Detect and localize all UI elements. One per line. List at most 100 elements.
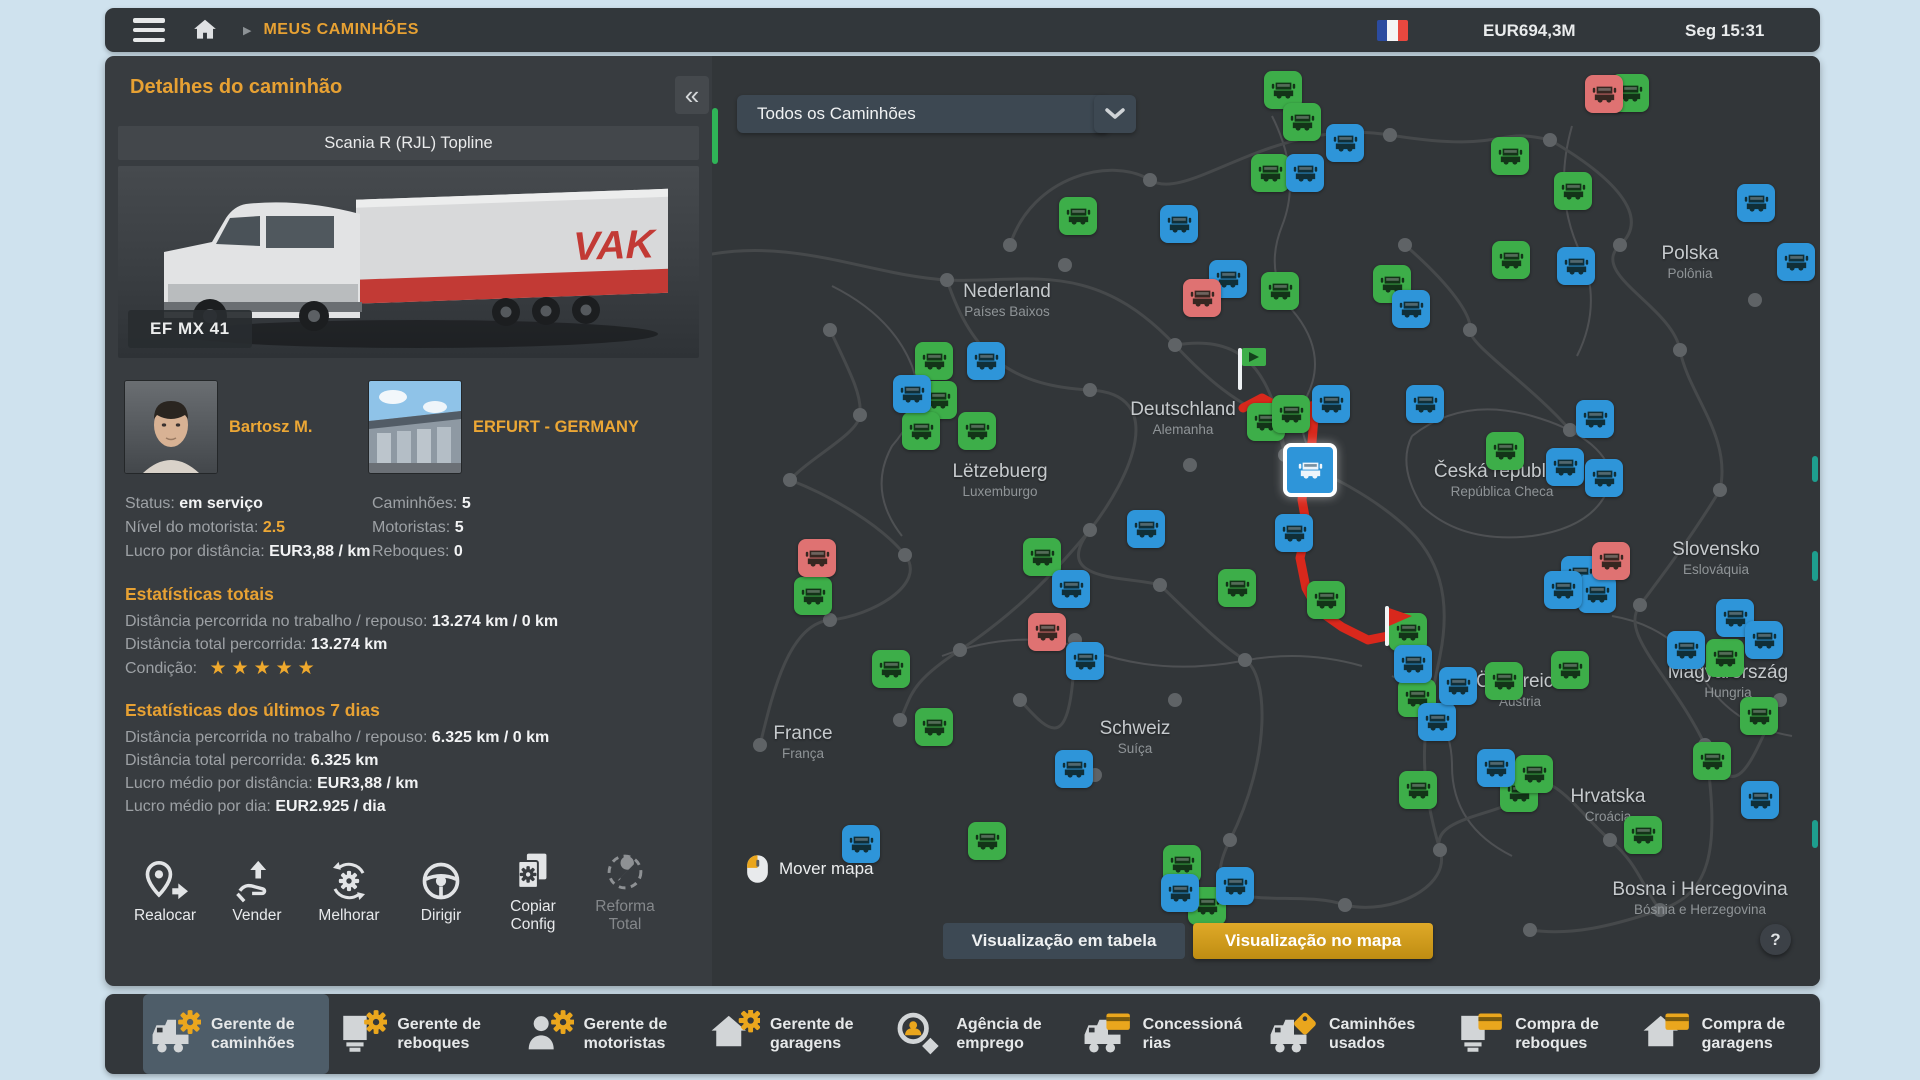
collapse-panel-button[interactable]: « — [675, 76, 709, 114]
driver-photo[interactable] — [125, 381, 217, 473]
truck-marker-blue[interactable] — [1392, 290, 1430, 328]
nav-item-dealership[interactable]: Concessionárias — [1075, 994, 1261, 1074]
truck-marker-red[interactable] — [1028, 613, 1066, 651]
truck-marker-blue[interactable] — [1312, 385, 1350, 423]
nav-item-trailer-manager[interactable]: Gerente dereboques — [329, 994, 515, 1074]
home-icon[interactable] — [191, 17, 219, 43]
truck-marker-green[interactable] — [968, 822, 1006, 860]
truck-marker-green[interactable] — [1491, 137, 1529, 175]
bottom-navigation: Gerente decaminhões Gerente dereboques Ger… — [105, 994, 1820, 1074]
nav-item-garage-manager[interactable]: Gerente degaragens — [702, 994, 888, 1074]
truck-marker-blue[interactable] — [1576, 400, 1614, 438]
garage-photo[interactable] — [369, 381, 461, 473]
truck-marker-green[interactable] — [1706, 639, 1744, 677]
truck-marker-blue[interactable] — [1055, 750, 1093, 788]
truck-marker-blue[interactable] — [1477, 749, 1515, 787]
action-label: Dirigir — [395, 907, 487, 925]
truck-filter-expand-button[interactable] — [1094, 95, 1136, 133]
truck-photo: VAK EF MX 41 — [118, 166, 699, 358]
truck-marker-blue[interactable] — [1777, 243, 1815, 281]
truck-marker-blue[interactable] — [1052, 570, 1090, 608]
sell-button[interactable]: Vender — [211, 846, 303, 934]
nav-item-used-trucks[interactable]: Caminhõesusados — [1261, 994, 1447, 1074]
truck-marker-green[interactable] — [1740, 697, 1778, 735]
stat-row: Lucro médio por distância: EUR3,88 / km — [125, 772, 692, 795]
truck-marker-blue[interactable] — [1406, 385, 1444, 423]
truck-marker-green[interactable] — [1261, 272, 1299, 310]
trailer-purchase-icon — [1455, 1010, 1505, 1058]
truck-marker-green[interactable] — [1624, 816, 1662, 854]
truck-marker-green[interactable] — [1486, 432, 1524, 470]
truck-marker-green[interactable] — [1218, 569, 1256, 607]
drive-button[interactable]: Dirigir — [395, 846, 487, 934]
truck-marker-blue[interactable] — [1741, 781, 1779, 819]
copy-config-button[interactable]: CopiarConfig — [487, 846, 579, 934]
truck-marker-blue[interactable] — [893, 375, 931, 413]
truck-marker-green[interactable] — [915, 708, 953, 746]
truck-marker-blue[interactable] — [1557, 247, 1595, 285]
action-label: Vender — [211, 907, 303, 925]
stats-total-title: Estatísticas totais — [125, 584, 274, 605]
nav-item-driver-manager[interactable]: Gerente demotoristas — [516, 994, 702, 1074]
nav-item-label: Gerente dereboques — [397, 1015, 481, 1053]
truck-marker-green[interactable] — [1515, 755, 1553, 793]
truck-marker-blue[interactable] — [1439, 667, 1477, 705]
truck-marker-blue[interactable] — [1161, 874, 1199, 912]
nav-item-trailer-purchase[interactable]: Compra dereboques — [1447, 994, 1633, 1074]
truck-marker-green[interactable] — [958, 412, 996, 450]
table-view-button[interactable]: Visualização em tabela — [943, 923, 1185, 959]
truck-marker-green[interactable] — [1059, 197, 1097, 235]
truck-marker-red[interactable] — [1592, 542, 1630, 580]
truck-marker-green[interactable] — [1551, 651, 1589, 689]
breadcrumb: MEUS CAMINHÕES — [263, 21, 418, 39]
truck-marker-blue[interactable] — [1326, 124, 1364, 162]
map-view-button[interactable]: Visualização no mapa — [1193, 923, 1433, 959]
truck-marker-red[interactable] — [798, 539, 836, 577]
truck-marker-blue[interactable] — [1286, 154, 1324, 192]
truck-marker-red[interactable] — [1183, 279, 1221, 317]
truck-filter-dropdown[interactable]: Todos os Caminhões — [737, 95, 1109, 133]
truck-marker-green[interactable] — [1251, 154, 1289, 192]
stat-row: Nível do motorista: 2.5 — [125, 516, 372, 540]
truck-marker-blue[interactable] — [1737, 184, 1775, 222]
truck-marker-blue[interactable] — [1667, 631, 1705, 669]
truck-marker-blue[interactable] — [1544, 571, 1582, 609]
truck-marker-green[interactable] — [1554, 172, 1592, 210]
nav-item-garage-purchase[interactable]: Compra degaragens — [1634, 994, 1820, 1074]
truck-marker-green[interactable] — [1485, 662, 1523, 700]
truck-marker-green[interactable] — [1283, 103, 1321, 141]
truck-name: Scania R (RJL) Topline — [118, 126, 699, 160]
menu-icon[interactable] — [133, 18, 165, 42]
truck-marker-blue[interactable] — [1418, 703, 1456, 741]
truck-marker-green[interactable] — [1307, 581, 1345, 619]
selected-truck-marker[interactable] — [1283, 443, 1337, 497]
truck-marker-green[interactable] — [1272, 395, 1310, 433]
truck-marker-green[interactable] — [902, 412, 940, 450]
truck-marker-blue[interactable] — [1127, 510, 1165, 548]
relocate-button[interactable]: Realocar — [119, 846, 211, 934]
truck-marker-green[interactable] — [1693, 742, 1731, 780]
nav-item-truck-manager[interactable]: Gerente decaminhões — [143, 994, 329, 1074]
truck-marker-blue[interactable] — [1585, 459, 1623, 497]
help-button[interactable]: ? — [1760, 924, 1791, 955]
truck-marker-green[interactable] — [794, 577, 832, 615]
truck-marker-green[interactable] — [872, 650, 910, 688]
truck-marker-red[interactable] — [1585, 75, 1623, 113]
truck-marker-blue[interactable] — [1275, 514, 1313, 552]
truck-marker-blue[interactable] — [1066, 642, 1104, 680]
truck-marker-blue[interactable] — [1160, 205, 1198, 243]
truck-marker-blue[interactable] — [1216, 867, 1254, 905]
fleet-manager-window: Detalhes do caminhão « Scania R (RJL) To… — [105, 56, 1820, 986]
truck-marker-green[interactable] — [1492, 241, 1530, 279]
overhaul-button[interactable]: ReformaTotal — [579, 846, 671, 934]
truck-marker-blue[interactable] — [1745, 621, 1783, 659]
truck-marker-green[interactable] — [1399, 771, 1437, 809]
truck-marker-blue[interactable] — [1546, 448, 1584, 486]
upgrade-button[interactable]: Melhorar — [303, 846, 395, 934]
fleet-map[interactable]: NederlandPaíses BaixosDeutschlandAlemanh… — [712, 56, 1820, 986]
action-label: Melhorar — [303, 907, 395, 925]
nav-item-job-agency[interactable]: Agência deemprego — [888, 994, 1074, 1074]
stat-row: Status: em serviço — [125, 492, 372, 516]
truck-marker-blue[interactable] — [1578, 575, 1616, 613]
truck-marker-blue[interactable] — [967, 342, 1005, 380]
